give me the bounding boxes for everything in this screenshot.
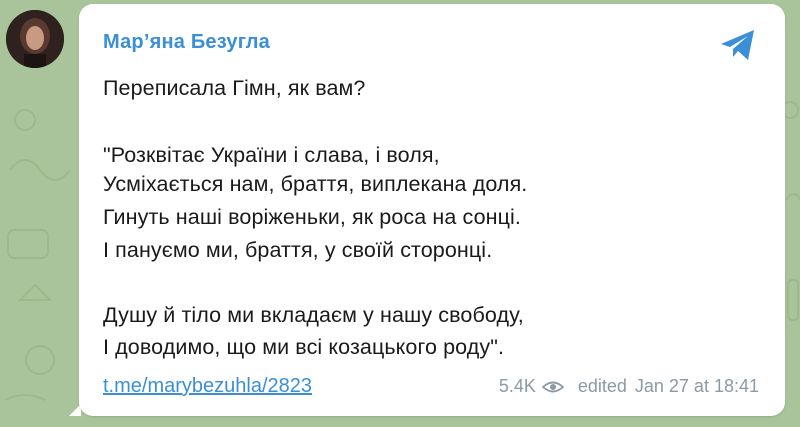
message-line: Гинуть наші воріженьки, як роса на сонці… — [103, 205, 521, 229]
message-meta: 5.4K edited Jan 27 at 18:41 — [499, 376, 759, 397]
views-count: 5.4K — [498, 376, 536, 396]
message-line: І доводимо, що ми всі козацького роду". — [103, 335, 505, 359]
author-name[interactable]: Мар’яна Безугла — [103, 31, 270, 54]
message-line: І пануємо ми, браття, у своїй сторонці. — [103, 238, 493, 262]
message-line: Душу й тіло ми вкладаєм у нашу свободу, — [103, 303, 524, 327]
message-line: "Розквітає України і слава, і воля, — [103, 143, 440, 167]
message-bubble: Мар’яна Безугла Переписала Гімн, як вам?… — [79, 4, 785, 416]
post-link[interactable]: t.me/marybezuhla/2823 — [103, 375, 312, 398]
message-line: Переписала Гімн, як вам? — [103, 76, 366, 100]
timestamp: Jan 27 at 18:41 — [634, 376, 759, 396]
eye-icon — [541, 381, 564, 392]
avatar-portrait — [6, 10, 64, 68]
telegram-share-icon[interactable] — [717, 24, 759, 66]
avatar[interactable] — [6, 10, 64, 68]
edited-label: edited — [577, 376, 627, 396]
message-line: Усміхається нам, браття, виплекана доля. — [103, 172, 528, 196]
